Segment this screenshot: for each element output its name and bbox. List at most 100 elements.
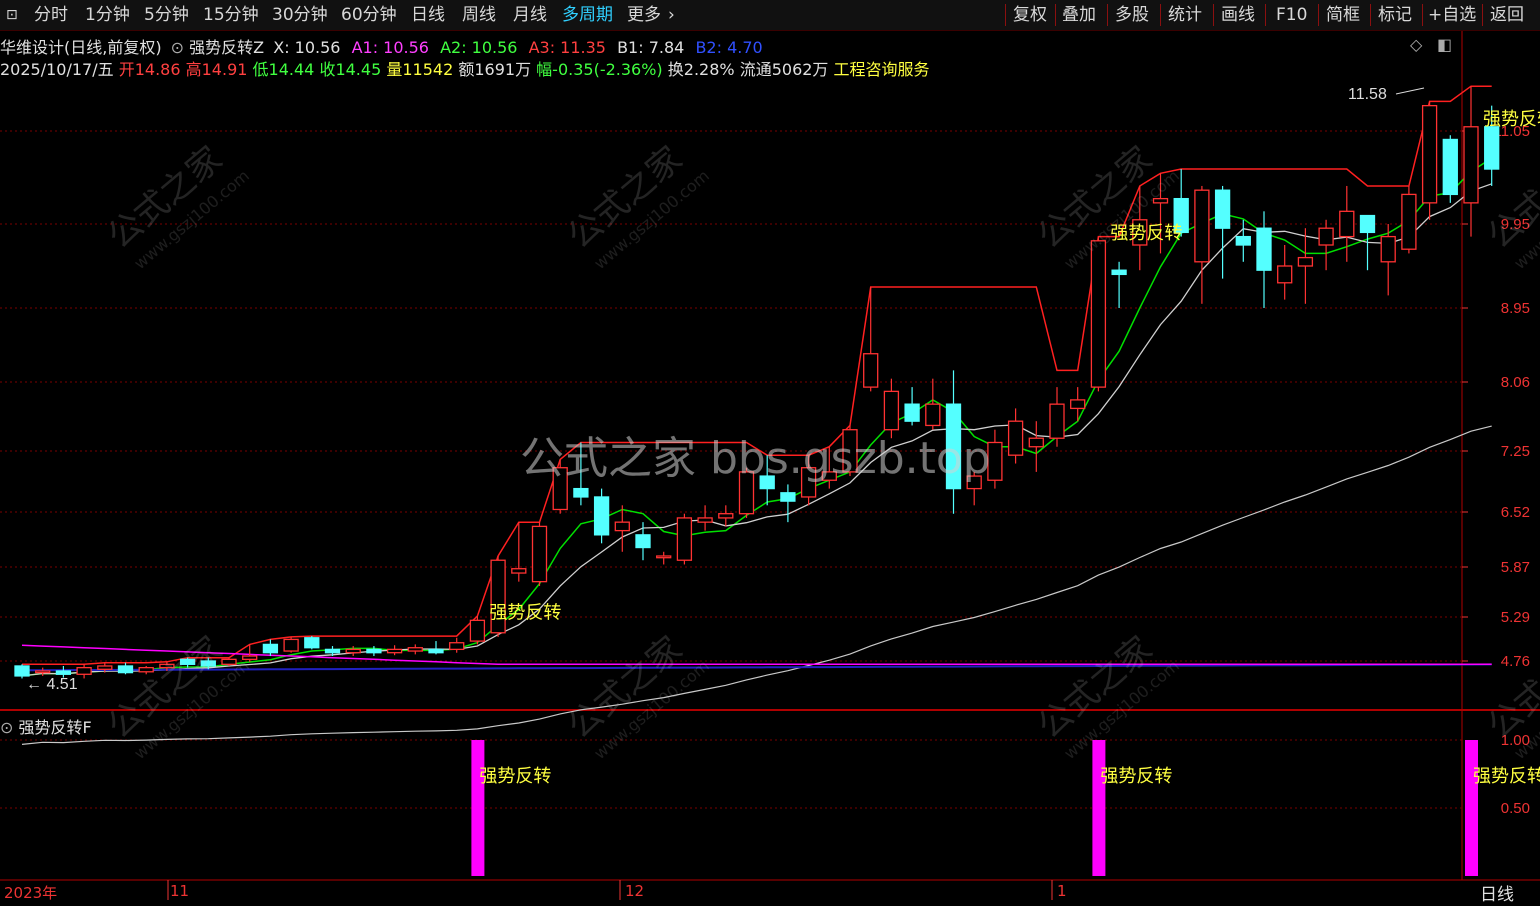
collapse-icon[interactable]: ⊙ — [171, 38, 184, 57]
candle-body — [366, 648, 382, 654]
simple-frame-button[interactable]: 简框 — [1326, 0, 1360, 30]
candle-body — [573, 487, 589, 498]
tab-daily[interactable]: 日线 — [411, 0, 445, 30]
period-label[interactable]: 日线 — [1480, 880, 1514, 905]
quote-date: 2025/10/17/五 — [0, 60, 114, 79]
mark-button[interactable]: 标记 — [1378, 0, 1412, 30]
candle-body — [97, 665, 113, 670]
indicator-header: 华维设计(日线,前复权) ⊙ 强势反转Z X: 10.56 A1: 10.56 … — [0, 34, 763, 58]
candle-body — [35, 670, 51, 674]
value-b1: B1: 7.84 — [617, 38, 685, 57]
tab-more[interactable]: 更多 — [627, 0, 661, 30]
quote-volume: 量11542 — [386, 60, 454, 79]
candle-body — [1297, 256, 1314, 267]
candle-body — [1214, 189, 1231, 229]
y-tick-label: 4.76 — [1501, 653, 1530, 670]
candle-body — [1235, 235, 1251, 246]
sub-indicator-name[interactable]: 强势反转F — [19, 718, 92, 737]
month-label-1: 1 — [1057, 882, 1067, 900]
value-a1: A1: 10.56 — [351, 38, 429, 57]
candle-body — [1421, 104, 1438, 204]
candle-body — [428, 648, 444, 654]
candle-body — [1194, 189, 1210, 263]
candle-body — [531, 525, 548, 583]
quote-industry[interactable]: 工程咨询服务 — [834, 60, 930, 79]
quote-amount: 额1691万 — [458, 60, 532, 79]
quote-open: 开14.86 — [118, 60, 181, 79]
year-label: 2023年 — [4, 884, 58, 902]
candle-body — [1028, 437, 1044, 448]
quote-change: 幅-0.35(-2.36%) — [536, 60, 663, 79]
return-button[interactable]: 返回 — [1490, 0, 1524, 30]
fuquan-button[interactable]: 复权 — [1013, 0, 1047, 30]
quote-turnover: 换2.28% — [667, 60, 735, 79]
sub-y-tick-label: 0.50 — [1501, 800, 1530, 817]
candle-body — [14, 665, 30, 677]
stats-button[interactable]: 统计 — [1168, 0, 1202, 30]
value-b2: B2: 4.70 — [695, 38, 763, 57]
candle-body — [242, 655, 258, 660]
collapse-icon[interactable]: ⊙ — [0, 718, 13, 737]
y-tick-label: 5.87 — [1501, 559, 1530, 576]
signal-bar — [471, 740, 485, 876]
tab-30min[interactable]: 30分钟 — [272, 0, 328, 30]
candle-body — [1111, 269, 1127, 276]
indicator-name[interactable]: 强势反转Z — [189, 38, 264, 57]
watermark-small: 公式之家 — [1480, 629, 1540, 747]
add-watchlist-button[interactable]: +自选 — [1428, 0, 1476, 30]
quote-float: 流通5062万 — [739, 60, 829, 79]
candle-body — [324, 648, 341, 654]
value-x: X: 10.56 — [273, 38, 341, 57]
sub-signal-label: 强势反转 — [479, 766, 551, 787]
candle-body — [511, 568, 527, 574]
f10-button[interactable]: F10 — [1276, 0, 1307, 30]
candle-body — [1256, 227, 1272, 271]
candle-body — [1463, 126, 1479, 204]
overlay-button[interactable]: 叠加 — [1062, 0, 1096, 30]
candle-body — [345, 648, 361, 654]
multi-stock-button[interactable]: 多股 — [1115, 0, 1149, 30]
window-icon[interactable]: ◧ — [1437, 35, 1452, 54]
watermark: 公式之家 bbs.gszb.top — [520, 433, 991, 484]
chevron-right-icon[interactable]: › — [668, 0, 675, 30]
candle-body — [262, 643, 279, 654]
tab-monthly[interactable]: 月线 — [513, 0, 547, 30]
y-tick-label: 7.25 — [1501, 443, 1530, 460]
candle-body — [718, 513, 734, 519]
candle-body — [697, 517, 713, 523]
y-tick-label: 6.52 — [1501, 504, 1530, 521]
y-tick-label: 8.95 — [1501, 300, 1530, 317]
candle-body — [55, 670, 72, 675]
candle-body — [635, 534, 651, 549]
candle-body — [1359, 214, 1376, 234]
candle-body — [283, 638, 299, 652]
candle-body — [1090, 240, 1107, 388]
tab-15min[interactable]: 15分钟 — [203, 0, 259, 30]
candle-body — [656, 555, 672, 559]
candle-body — [1484, 126, 1500, 170]
tab-5min[interactable]: 5分钟 — [144, 0, 189, 30]
candle-body — [1401, 193, 1417, 250]
quote-close: 收14.45 — [319, 60, 382, 79]
candle-body — [1070, 399, 1086, 410]
quote-high: 高14.91 — [185, 60, 248, 79]
tab-1min[interactable]: 1分钟 — [85, 0, 130, 30]
tab-60min[interactable]: 60分钟 — [341, 0, 397, 30]
candle-body — [1442, 138, 1458, 196]
tab-multi-period[interactable]: 多周期 — [562, 0, 613, 30]
value-a3: A3: 11.35 — [528, 38, 606, 57]
tab-fenshi[interactable]: 分时 — [34, 0, 68, 30]
value-a2: A2: 10.56 — [440, 38, 518, 57]
tab-weekly[interactable]: 周线 — [462, 0, 496, 30]
month-label-12: 12 — [625, 882, 645, 900]
candle-body — [676, 517, 693, 561]
candle-body — [1318, 227, 1334, 246]
draw-button[interactable]: 画线 — [1221, 0, 1255, 30]
candle-body — [1049, 403, 1065, 439]
y-tick-label: 5.29 — [1501, 609, 1530, 626]
quote-bar: 2025/10/17/五 开14.86 高14.91 低14.44 收14.45… — [0, 56, 930, 80]
back-icon[interactable]: ⊡ — [6, 0, 18, 30]
candle-body — [614, 521, 630, 532]
signal-bar — [1092, 740, 1106, 876]
diamond-icon[interactable]: ◇ — [1410, 35, 1422, 54]
